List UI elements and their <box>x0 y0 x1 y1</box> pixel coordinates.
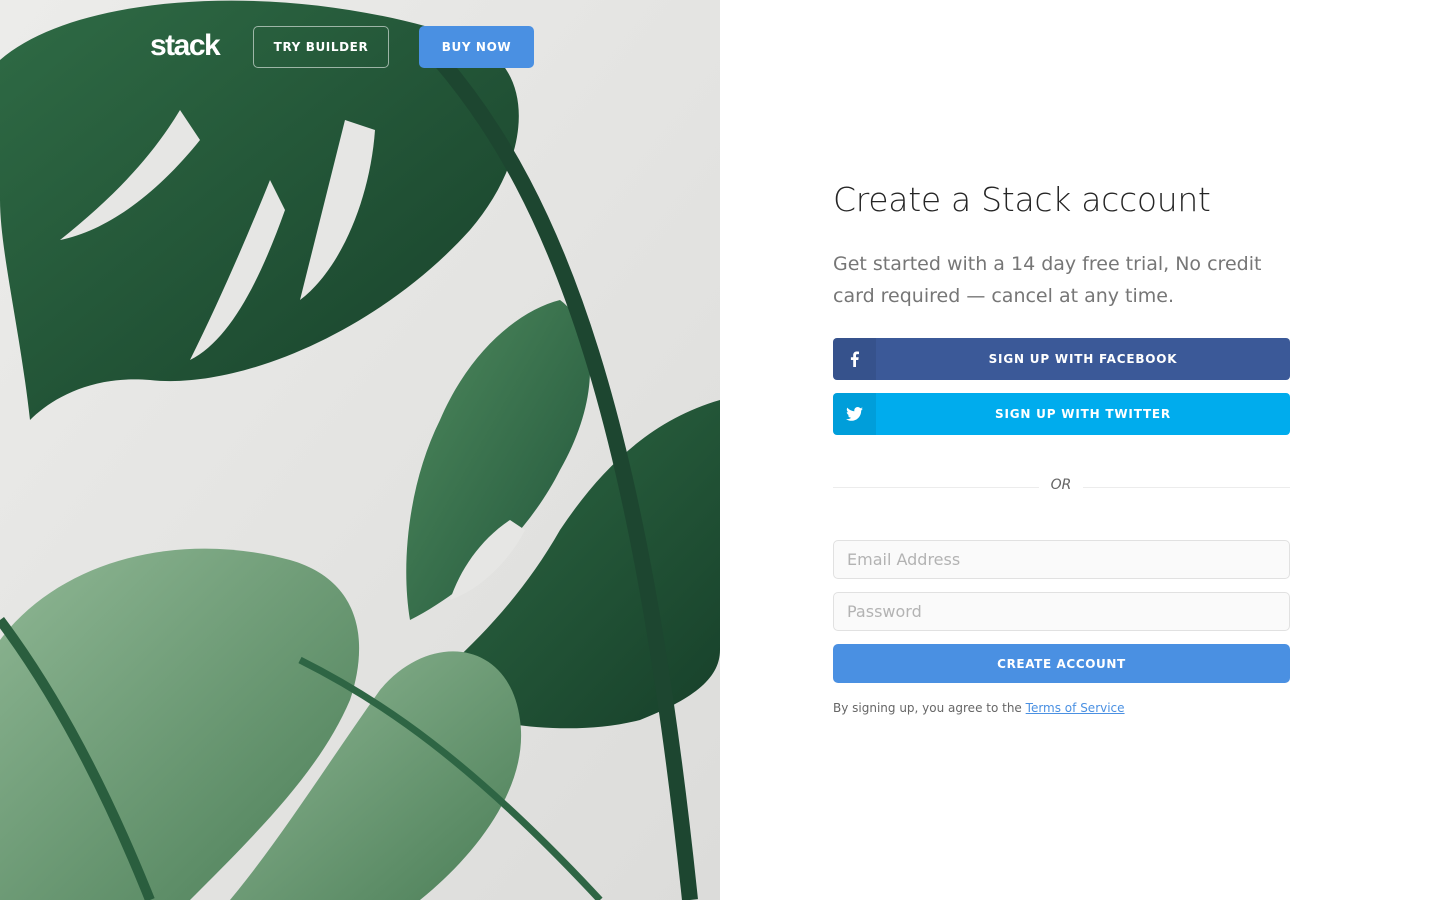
buy-now-button[interactable]: BUY NOW <box>419 26 534 68</box>
terms-of-service-link[interactable]: Terms of Service <box>1026 701 1125 715</box>
plant-photo <box>0 0 720 900</box>
signup-form-panel: Create a Stack account Get started with … <box>833 0 1290 900</box>
facebook-icon <box>833 338 876 380</box>
try-builder-button[interactable]: TRY BUILDER <box>253 26 389 68</box>
password-field[interactable] <box>833 592 1290 631</box>
or-divider: OR <box>833 476 1290 498</box>
email-field[interactable] <box>833 540 1290 579</box>
divider-line-left <box>833 487 1039 488</box>
divider-text: OR <box>1050 477 1072 493</box>
page-title: Create a Stack account <box>833 180 1211 219</box>
stack-logo[interactable]: stack <box>150 28 221 64</box>
create-account-button[interactable]: CREATE ACCOUNT <box>833 644 1290 683</box>
twitter-signup-button[interactable]: SIGN UP WITH TWITTER <box>833 393 1290 435</box>
lead-text: Get started with a 14 day free trial, No… <box>833 253 1262 307</box>
twitter-icon <box>833 393 876 435</box>
facebook-signup-button[interactable]: SIGN UP WITH FACEBOOK <box>833 338 1290 380</box>
top-navigation: stack TRY BUILDER BUY NOW <box>0 0 720 94</box>
terms-notice: By signing up, you agree to the Terms of… <box>833 701 1125 715</box>
twitter-signup-label: SIGN UP WITH TWITTER <box>995 407 1171 421</box>
divider-line-right <box>1083 487 1290 488</box>
facebook-signup-label: SIGN UP WITH FACEBOOK <box>988 352 1178 366</box>
terms-prefix: By signing up, you agree to the <box>833 701 1022 715</box>
hero-photo: stack TRY BUILDER BUY NOW <box>0 0 720 900</box>
